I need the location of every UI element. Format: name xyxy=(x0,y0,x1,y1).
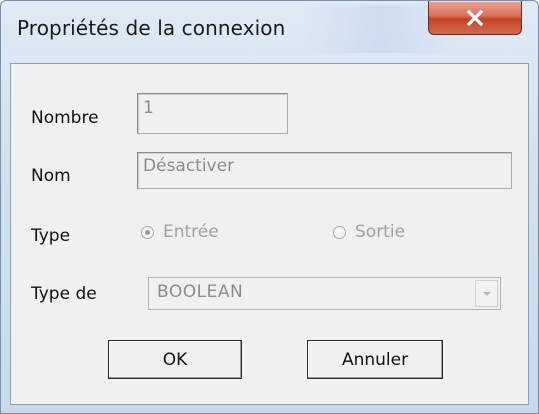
number-field[interactable]: 1 xyxy=(137,93,288,134)
ok-button[interactable]: OK xyxy=(108,340,242,379)
name-field[interactable]: Désactiver xyxy=(137,152,512,189)
data-type-label: Type de xyxy=(31,284,97,304)
radio-sortie[interactable]: Sortie xyxy=(333,222,405,242)
radio-unchecked-icon xyxy=(333,225,346,239)
dialog-title: Propriétés de la connexion xyxy=(17,16,286,40)
radio-checked-icon xyxy=(141,225,154,239)
cancel-button[interactable]: Annuler xyxy=(307,340,443,379)
close-button[interactable] xyxy=(428,1,522,35)
data-type-select[interactable]: BOOLEAN xyxy=(148,277,501,310)
name-label: Nom xyxy=(31,166,71,186)
dialog-window: Propriétés de la connexion Nombre 1 Nom … xyxy=(0,0,539,414)
close-x-icon xyxy=(466,9,484,26)
radio-sortie-label: Sortie xyxy=(355,222,406,242)
data-type-value: BOOLEAN xyxy=(157,282,244,302)
dropdown-button[interactable] xyxy=(475,280,498,307)
radio-entree[interactable]: Entrée xyxy=(141,222,219,242)
type-label: Type xyxy=(31,226,71,246)
dialog-body: Nombre 1 Nom Désactiver Type Entrée Sort… xyxy=(10,63,529,405)
radio-entree-label: Entrée xyxy=(163,222,219,242)
title-bar[interactable]: Propriétés de la connexion xyxy=(1,1,538,61)
number-label: Nombre xyxy=(31,108,99,128)
chevron-down-icon xyxy=(482,291,491,296)
